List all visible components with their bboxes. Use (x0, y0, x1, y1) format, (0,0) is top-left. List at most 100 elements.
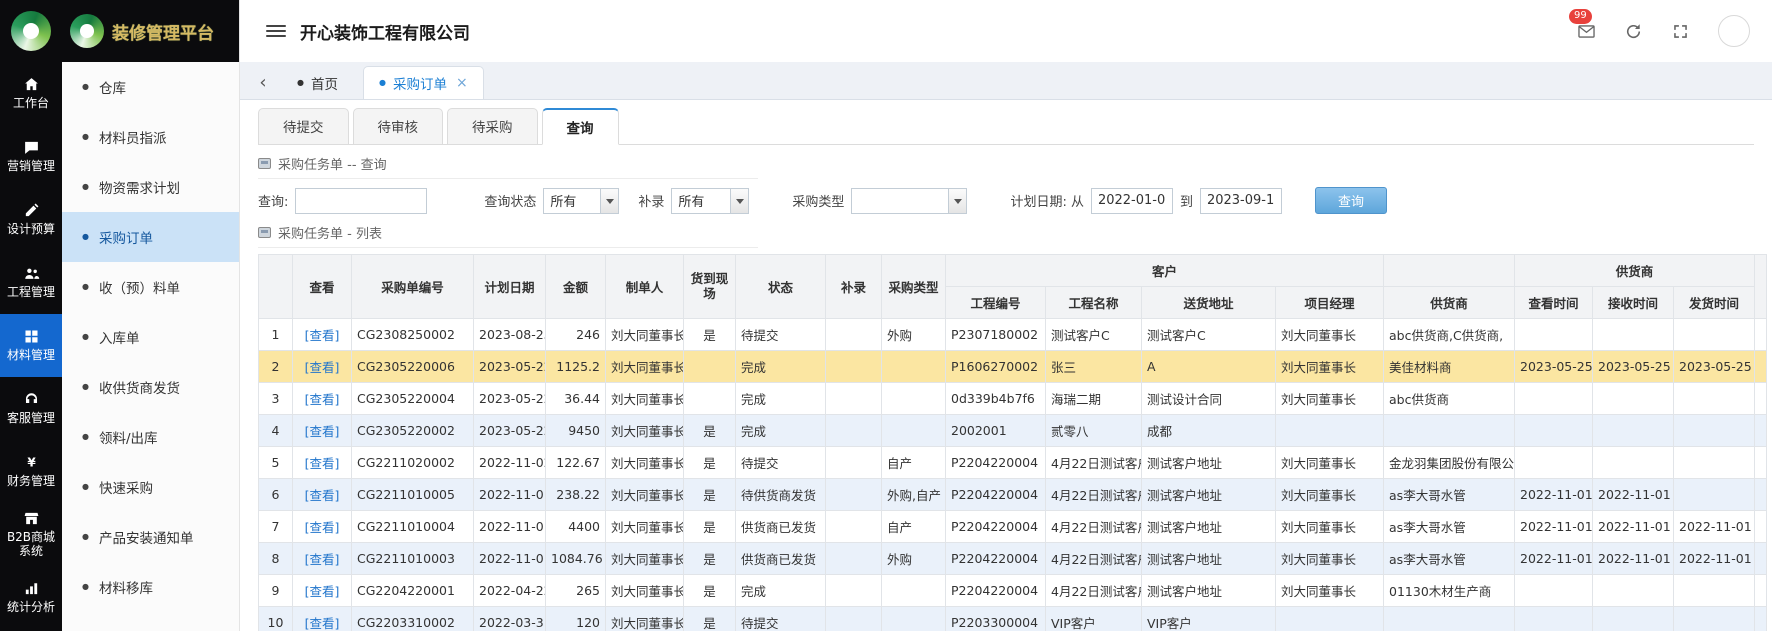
secondary-nav-item[interactable]: ● 快速采购 (62, 462, 239, 512)
view-link[interactable]: [查看] (305, 424, 340, 439)
primary-nav-item-edit[interactable]: 设计预算 (0, 188, 62, 251)
secondary-nav-item[interactable]: ● 仓库 (62, 62, 239, 112)
table-row[interactable]: 8 [查看] CG2211010003 2022-11-01 1084.76 刘大同董事长… (258, 542, 1768, 575)
primary-nav-item-chat[interactable]: 营销管理 (0, 125, 62, 188)
view-link[interactable]: [查看] (305, 488, 340, 503)
view-link[interactable]: [查看] (305, 552, 340, 567)
col-view-time[interactable]: 查看时间 (1514, 286, 1594, 319)
tab-active[interactable]: ● 采购订单 × (362, 66, 484, 99)
fullscreen-icon[interactable] (1671, 22, 1690, 41)
type-select[interactable] (851, 187, 968, 214)
col-address[interactable]: 送货地址 (1141, 286, 1276, 319)
refresh-icon[interactable] (1624, 22, 1643, 41)
primary-nav-item-mall[interactable]: B2B商城系统 (0, 503, 62, 566)
secondary-nav-item[interactable]: ● 入库单 (62, 312, 239, 362)
secondary-nav-item[interactable]: ● 收（预）料单 (62, 262, 239, 312)
table-row[interactable]: 9 [查看] CG2204220001 2022-04-22 265 刘大同董事长是完成 P… (258, 574, 1768, 607)
primary-nav-item-headset[interactable]: 客服管理 (0, 377, 62, 440)
table-row[interactable]: 4 [查看] CG2305220002 2023-05-22 9450 刘大同董事长是完成… (258, 414, 1768, 447)
cell-supplement (825, 574, 882, 607)
col-creator[interactable]: 制单人 (605, 254, 684, 319)
subtab-3[interactable]: 查询 (541, 108, 619, 145)
view-link[interactable]: [查看] (305, 328, 340, 343)
table-row[interactable]: 2 [查看] CG2305220006 2023-05-22 1125.2 刘大同董事长完… (258, 350, 1768, 383)
app-logo[interactable] (0, 0, 62, 62)
tab-item[interactable]: ● 首页 (282, 66, 353, 99)
secondary-nav-item[interactable]: ● 领料/出库 (62, 412, 239, 462)
subtab-0[interactable]: 待提交 (258, 108, 349, 145)
cell-plan_date: 2022-03-31 (473, 606, 546, 631)
col-status[interactable]: 状态 (735, 254, 826, 319)
col-amount[interactable]: 金额 (545, 254, 606, 319)
cell-ship_time (1673, 414, 1756, 447)
secondary-nav-item[interactable]: ● 材料移库 (62, 562, 239, 612)
table-row[interactable]: 5 [查看] CG2211020002 2022-11-02 122.67 刘大同董事长是… (258, 446, 1768, 479)
cell-project_no: P2204220004 (945, 446, 1046, 479)
home-icon (23, 76, 40, 93)
tab-scroll-left-icon[interactable]: ‹ (252, 69, 274, 95)
mail-icon[interactable]: 99 (1569, 8, 1596, 41)
primary-nav-item-yen[interactable]: ¥ 财务管理 (0, 440, 62, 503)
search-button[interactable]: 查询 (1314, 187, 1387, 214)
table-scrollbar[interactable] (1754, 254, 1768, 319)
view-link[interactable]: [查看] (305, 456, 340, 471)
cell-view: [查看] (292, 382, 352, 415)
secondary-nav-item[interactable]: ● 产品安装通知单 (62, 512, 239, 562)
primary-nav-label: B2B商城系统 (6, 530, 56, 558)
primary-nav-item-home[interactable]: 工作台 (0, 62, 62, 125)
cell-on_site: 是 (683, 510, 736, 543)
subtab-1[interactable]: 待审核 (352, 108, 443, 145)
bullet-icon: ● (82, 82, 89, 91)
edit-icon (23, 202, 40, 219)
view-link[interactable]: [查看] (305, 616, 340, 631)
secondary-nav-item[interactable]: ●采购退货 (62, 612, 239, 631)
col-on-site[interactable]: 货到现场 (683, 254, 736, 319)
cell-view: [查看] (292, 350, 352, 383)
secondary-nav-item[interactable]: ● 采购订单 (62, 212, 239, 262)
primary-nav-item-chart[interactable]: 统计分析 (0, 566, 62, 629)
secondary-nav-item[interactable]: ● 材料员指派 (62, 112, 239, 162)
cell-address: 测试客户地址 (1141, 478, 1276, 511)
date-to-input[interactable] (1199, 187, 1282, 214)
dropdown-arrow-icon[interactable] (600, 188, 619, 213)
secondary-nav-item[interactable]: ● 收供货商发货 (62, 362, 239, 412)
dropdown-arrow-icon[interactable] (948, 188, 967, 213)
col-ship-time[interactable]: 发货时间 (1673, 286, 1756, 319)
view-link[interactable]: [查看] (305, 520, 340, 535)
col-supplement[interactable]: 补录 (825, 254, 882, 319)
status-select[interactable]: 所有 (543, 187, 620, 214)
view-link[interactable]: [查看] (305, 584, 340, 599)
col-order-no[interactable]: 采购单编号 (351, 254, 474, 319)
view-link[interactable]: [查看] (305, 360, 340, 375)
col-view[interactable]: 查看 (292, 254, 352, 319)
query-input[interactable] (295, 187, 428, 214)
primary-nav-item-grid[interactable]: 材料管理 (0, 314, 62, 377)
table-row[interactable]: 1 [查看] CG2308250002 2023-08-25 246 刘大同董事长是待提交… (258, 318, 1768, 351)
menu-icon[interactable] (266, 25, 286, 37)
col-plan-date[interactable]: 计划日期 (473, 254, 546, 319)
supplement-select[interactable]: 所有 (671, 187, 750, 214)
tab-close-icon[interactable]: × (456, 75, 468, 91)
cell-manager: 刘大同董事长 (1274, 510, 1385, 543)
subtab-2[interactable]: 待采购 (447, 108, 538, 145)
view-link[interactable]: [查看] (305, 392, 340, 407)
col-project-name[interactable]: 工程名称 (1045, 286, 1142, 319)
table-row[interactable]: 6 [查看] CG2211010005 2022-11-01 238.22 刘大同董事长是… (258, 478, 1768, 511)
cell-type: 自产 (881, 446, 946, 479)
col-manager[interactable]: 项目经理 (1274, 286, 1385, 319)
secondary-nav-item[interactable]: ● 物资需求计划 (62, 162, 239, 212)
logo-icon (11, 11, 51, 51)
date-from-input[interactable] (1090, 187, 1173, 214)
table-row[interactable]: 7 [查看] CG2211010004 2022-11-01 4400 刘大同董事长是供货… (258, 510, 1768, 543)
dropdown-arrow-icon[interactable] (730, 188, 749, 213)
table-row[interactable]: 10 [查看] CG2203310002 2022-03-31 120 刘大同董事长是待提… (258, 606, 1768, 631)
col-project-no[interactable]: 工程编号 (945, 286, 1046, 319)
col-receive-time[interactable]: 接收时间 (1592, 286, 1675, 319)
cell-project_no: P1606270002 (945, 350, 1046, 383)
primary-nav-item-team[interactable]: 工程管理 (0, 251, 62, 314)
user-avatar[interactable] (1718, 15, 1750, 47)
table-row[interactable]: 3 [查看] CG2305220004 2023-05-22 36.44 刘大同董事长 完成… (258, 382, 1768, 415)
col-type[interactable]: 采购类型 (881, 254, 946, 319)
col-supplier[interactable]: 供货商 (1383, 286, 1516, 319)
secondary-nav-label: 仓库 (98, 81, 126, 97)
